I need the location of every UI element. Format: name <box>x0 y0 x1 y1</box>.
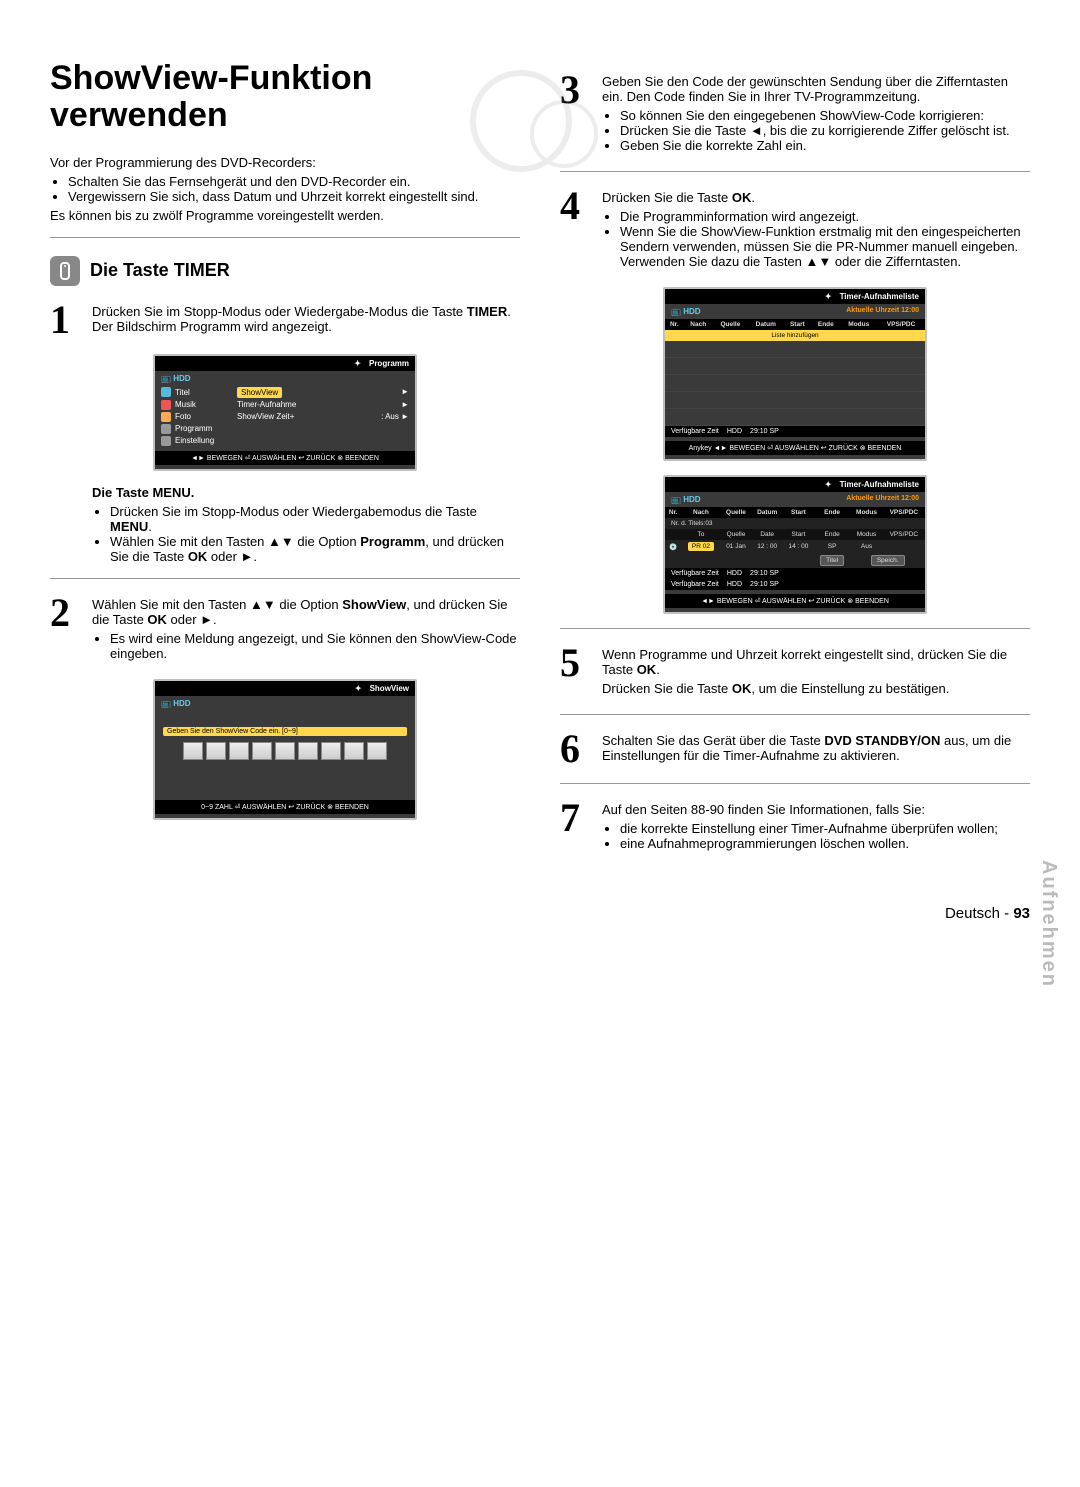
step7-text: Auf den Seiten 88-90 finden Sie Informat… <box>602 802 1030 817</box>
step7-bullet: eine Aufnahmeprogrammierungen löschen wo… <box>620 836 1030 851</box>
step-number: 1 <box>50 300 80 340</box>
step4-text: Drücken Sie die Taste OK. <box>602 190 1030 205</box>
osd-hdd: 📺 HDD Aktuelle Uhrzeit 12:00 <box>665 304 925 319</box>
osd-title: Timer-Aufnahmeliste <box>665 289 925 304</box>
osd-timerlist-empty: Timer-Aufnahmeliste 📺 HDD Aktuelle Uhrze… <box>663 287 927 461</box>
step-6: 6 Schalten Sie das Gerät über die Taste … <box>560 729 1030 769</box>
step6-text: Schalten Sie das Gerät über die Taste DV… <box>602 733 1030 763</box>
divider <box>560 714 1030 715</box>
osd-showview: ShowView 📺 HDD Geben Sie den ShowView Co… <box>153 679 417 820</box>
osd-title: ShowView <box>155 681 415 696</box>
step3-bullet: Geben Sie die korrekte Zahl ein. <box>620 138 1030 153</box>
step3-bullet: So können Sie den eingegebenen ShowView-… <box>620 108 1030 123</box>
page-footer: Deutsch - 93 <box>50 905 1030 922</box>
step-number: 2 <box>50 593 80 665</box>
remote-icon <box>50 256 80 286</box>
step1-text: Drücken Sie im Stopp-Modus oder Wiederga… <box>92 304 520 334</box>
step-2: 2 Wählen Sie mit den Tasten ▲▼ die Optio… <box>50 593 520 665</box>
osd-available: Verfügbare ZeitHDD29:10 SP <box>665 568 925 579</box>
title-block: ShowView-Funktion verwenden <box>50 60 520 135</box>
step-7: 7 Auf den Seiten 88-90 finden Sie Inform… <box>560 798 1030 855</box>
osd-table: Nr.NachQuelleDatumStartEndeModusVPS/PDC … <box>665 319 925 426</box>
osd-timerlist-edit: Timer-Aufnahmeliste 📺 HDD Aktuelle Uhrze… <box>663 475 927 614</box>
intro-tail: Es können bis zu zwölf Programme voreing… <box>50 208 520 223</box>
step-number: 5 <box>560 643 590 700</box>
step-3: 3 Geben Sie den Code der gewünschten Sen… <box>560 70 1030 157</box>
step4-bullet: Wenn Sie die ShowView-Funktion erstmalig… <box>620 224 1030 269</box>
menu-bullet: Wählen Sie mit den Tasten ▲▼ die Option … <box>110 534 520 564</box>
intro: Vor der Programmierung des DVD-Recorders… <box>50 155 520 223</box>
step5-text2: Drücken Sie die Taste OK, um die Einstel… <box>602 681 1030 696</box>
step3-text: Geben Sie den Code der gewünschten Sendu… <box>602 74 1030 104</box>
divider <box>560 171 1030 172</box>
step-4: 4 Drücken Sie die Taste OK. Die Programm… <box>560 186 1030 273</box>
intro-lead: Vor der Programmierung des DVD-Recorders… <box>50 155 520 170</box>
osd-table: Nr.NachQuelleDatumStartEndeModusVPS/PDC … <box>665 507 925 568</box>
left-column: ShowView-Funktion verwenden Vor der Prog… <box>50 60 520 865</box>
page: ShowView-Funktion verwenden Vor der Prog… <box>50 60 1030 922</box>
osd-hdd: 📺 HDD <box>155 371 415 386</box>
step3-bullet: Drücken Sie die Taste ◄, bis die zu korr… <box>620 123 1030 138</box>
osd-programm: Programm 📺 HDD TitelShowView► MusikTimer… <box>153 354 417 471</box>
step7-bullet: die korrekte Einstellung einer Timer-Auf… <box>620 821 1030 836</box>
menu-bullet: Drücken Sie im Stopp-Modus oder Wiederga… <box>110 504 520 534</box>
step-number: 7 <box>560 798 590 855</box>
osd-title: Programm <box>155 356 415 371</box>
code-input-row <box>155 736 415 766</box>
section-timer: Die Taste TIMER <box>50 256 520 286</box>
osd-footer: Anykey ◄► BEWEGEN ⏎ AUSWÄHLEN ↩ ZURÜCK ⊗… <box>665 441 925 455</box>
divider <box>50 237 520 238</box>
step-5: 5 Wenn Programme und Uhrzeit korrekt ein… <box>560 643 1030 700</box>
step5-text: Wenn Programme und Uhrzeit korrekt einge… <box>602 647 1030 677</box>
step2-bullet: Es wird eine Meldung angezeigt, und Sie … <box>110 631 520 661</box>
divider <box>50 578 520 579</box>
osd-hdd: 📺 HDD <box>155 696 415 711</box>
step2-text: Wählen Sie mit den Tasten ▲▼ die Option … <box>92 597 520 627</box>
step-1: 1 Drücken Sie im Stopp-Modus oder Wieder… <box>50 300 520 340</box>
osd-footer: ◄► BEWEGEN ⏎ AUSWÄHLEN ↩ ZURÜCK ⊗ BEENDE… <box>665 594 925 608</box>
intro-bullet: Schalten Sie das Fernsehgerät und den DV… <box>68 174 520 189</box>
step-number: 6 <box>560 729 590 769</box>
osd-available: Verfügbare ZeitHDD29:10 SP <box>665 426 925 437</box>
osd-prompt: Geben Sie den ShowView Code ein. [0~9] <box>163 727 407 736</box>
step4-bullet: Die Programminformation wird angezeigt. <box>620 209 1030 224</box>
osd-title: Timer-Aufnahmeliste <box>665 477 925 492</box>
section-timer-title: Die Taste TIMER <box>90 260 230 281</box>
menu-subhead: Die Taste MENU. <box>92 485 520 500</box>
step-number: 4 <box>560 186 590 273</box>
osd-footer: 0~9 ZAHL ⏎ AUSWÄHLEN ↩ ZURÜCK ⊗ BEENDEN <box>155 800 415 814</box>
divider <box>560 628 1030 629</box>
side-tab: Aufnehmen <box>1037 860 1060 988</box>
right-column: 3 Geben Sie den Code der gewünschten Sen… <box>560 60 1030 865</box>
osd-available: Verfügbare ZeitHDD29:10 SP <box>665 579 925 590</box>
osd-hdd: 📺 HDD Aktuelle Uhrzeit 12:00 <box>665 492 925 507</box>
intro-bullet: Vergewissern Sie sich, dass Datum und Uh… <box>68 189 520 204</box>
divider <box>560 783 1030 784</box>
page-title: ShowView-Funktion verwenden <box>50 60 520 135</box>
osd-footer: ◄► BEWEGEN ⏎ AUSWÄHLEN ↩ ZURÜCK ⊗ BEENDE… <box>155 451 415 465</box>
